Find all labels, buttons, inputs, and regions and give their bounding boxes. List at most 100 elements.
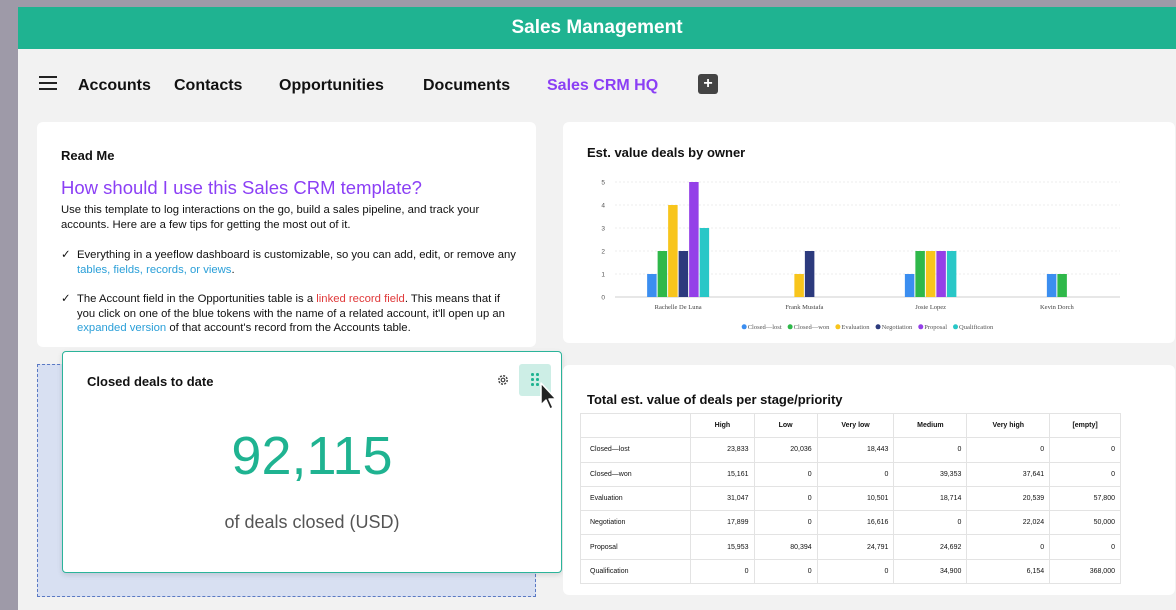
column-header: High bbox=[690, 412, 755, 439]
readme-subtitle: How should I use this Sales CRM template… bbox=[61, 177, 422, 198]
table-cell: 0 bbox=[893, 510, 968, 536]
table-cell: 0 bbox=[1049, 461, 1121, 487]
y-tick-label: 5 bbox=[601, 180, 605, 187]
readme-title: Read Me bbox=[61, 148, 115, 163]
column-header: Medium bbox=[893, 412, 968, 439]
tab-documents[interactable]: Documents bbox=[423, 77, 510, 95]
table-cell: 15,161 bbox=[690, 461, 755, 487]
y-tick-label: 2 bbox=[601, 249, 605, 256]
table-cell: 0 bbox=[966, 437, 1051, 463]
table-title: Total est. value of deals per stage/prio… bbox=[587, 392, 843, 407]
table-cell: 39,353 bbox=[893, 461, 968, 487]
expanded-version-link[interactable]: expanded version bbox=[77, 322, 166, 334]
bar-rachelle-de-luna-proposal bbox=[689, 182, 699, 297]
legend-label: Closed—lost bbox=[748, 324, 782, 331]
table-cell: 0 bbox=[816, 461, 895, 487]
table-header-row: High Low Very low Medium Very high [empty] bbox=[579, 412, 1121, 439]
stage-priority-table: High Low Very low Medium Very high [empty] Cl… bbox=[579, 412, 1121, 585]
readme-tip-2: ✓ The Account field in the Opportunities… bbox=[61, 293, 505, 334]
table-cell: 57,800 bbox=[1049, 485, 1121, 512]
bar-josie-lopez-closed-won bbox=[915, 251, 925, 297]
table-cell: 0 bbox=[893, 437, 968, 463]
kpi-caption: of deals closed (USD) bbox=[224, 512, 400, 532]
deals-by-owner-card: Est. value deals by owner 0 1 2 3 4 5 Rachelle… bbox=[563, 122, 1175, 343]
table-cell: 0 bbox=[753, 510, 818, 536]
legend-label: Qualification bbox=[959, 324, 994, 331]
table-row: Negotiation 17,899 0 16,616 0 22,024 50,000 bbox=[579, 510, 1121, 536]
table-cell: 18,443 bbox=[816, 437, 895, 463]
table-cell: 0 bbox=[1049, 437, 1121, 463]
tab-sales-crm-hq[interactable]: Sales CRM HQ bbox=[547, 77, 658, 95]
tab-opportunities[interactable]: Opportunities bbox=[279, 77, 384, 95]
column-header: Very low bbox=[816, 412, 895, 439]
table-cell: 0 bbox=[966, 534, 1051, 560]
legend-label: Closed—won bbox=[794, 324, 831, 331]
table-cell: 16,616 bbox=[816, 510, 895, 536]
legend-label: Proposal bbox=[924, 324, 947, 331]
bar-rachelle-de-luna-closed-lost bbox=[647, 274, 657, 297]
add-tab-button[interactable]: + bbox=[698, 74, 718, 94]
row-label: Closed—lost bbox=[579, 437, 692, 463]
row-label: Qualification bbox=[579, 558, 692, 585]
legend-marker bbox=[875, 324, 881, 330]
x-tick-label: Rachelle De Luna bbox=[655, 304, 702, 311]
bar-rachelle-de-luna-negotiation bbox=[678, 251, 689, 297]
legend-label: Negotiation bbox=[882, 324, 913, 331]
bar-josie-lopez-proposal bbox=[936, 251, 946, 297]
table-cell: 17,899 bbox=[690, 510, 755, 536]
y-tick-label: 3 bbox=[601, 226, 605, 233]
table-cell: 0 bbox=[1049, 534, 1121, 560]
y-tick-label: 1 bbox=[601, 272, 605, 279]
x-tick-label: Josie Lopez bbox=[915, 304, 946, 311]
table-cell: 368,000 bbox=[1049, 558, 1121, 585]
y-tick-label: 4 bbox=[601, 203, 605, 210]
bar-frank-mustafa-negotiation bbox=[804, 251, 815, 297]
column-header bbox=[579, 412, 692, 439]
table-cell: 0 bbox=[753, 485, 818, 512]
column-header: Very high bbox=[966, 412, 1051, 439]
legend-marker bbox=[953, 324, 959, 330]
tab-contacts[interactable]: Contacts bbox=[174, 77, 242, 95]
table-row: Closed—lost 23,833 20,036 18,443 0 0 0 bbox=[579, 437, 1121, 463]
app-title: Sales Management bbox=[18, 7, 1176, 49]
tab-accounts[interactable]: Accounts bbox=[78, 77, 151, 95]
closed-deals-card[interactable]: Closed deals to date 92,115 of deals clo… bbox=[62, 351, 562, 573]
table-cell: 0 bbox=[816, 558, 895, 585]
table-cell: 23,833 bbox=[690, 437, 755, 463]
check-icon: ✓ bbox=[61, 293, 71, 305]
check-icon: ✓ bbox=[61, 249, 71, 261]
y-tick-label: 0 bbox=[601, 295, 605, 302]
bar-rachelle-de-luna-closed-won bbox=[657, 251, 668, 297]
legend-label: Evaluation bbox=[841, 324, 870, 331]
linked-record-field-link[interactable]: linked record field bbox=[313, 293, 405, 305]
readme-intro: Use this template to log interactions on… bbox=[61, 204, 480, 231]
table-row: Closed—won 15,161 0 0 39,353 37,641 0 bbox=[579, 461, 1121, 487]
column-header: [empty] bbox=[1049, 412, 1121, 439]
mouse-cursor-icon bbox=[540, 382, 557, 410]
table-row: Qualification 0 0 0 34,900 6,154 368,000 bbox=[579, 558, 1121, 585]
table-cell: 50,000 bbox=[1049, 510, 1121, 536]
kpi-title: Closed deals to date bbox=[87, 374, 214, 389]
row-label: Proposal bbox=[579, 534, 692, 560]
table-cell: 15,953 bbox=[690, 534, 755, 560]
table-cell: 34,900 bbox=[893, 558, 968, 585]
table-cell: 18,714 bbox=[893, 485, 968, 512]
gear-icon[interactable] bbox=[497, 374, 509, 386]
table-cell: 37,641 bbox=[966, 461, 1051, 487]
legend-marker bbox=[918, 324, 924, 330]
table-cell: 20,036 bbox=[753, 437, 818, 463]
legend-marker bbox=[787, 324, 793, 330]
tables-fields-records-views-link[interactable]: tables, fields, records, or views bbox=[77, 264, 231, 276]
table-cell: 22,024 bbox=[966, 510, 1051, 536]
table-cell: 31,047 bbox=[690, 485, 755, 512]
row-label: Evaluation bbox=[579, 485, 692, 512]
x-tick-label: Frank Mustafa bbox=[785, 304, 823, 311]
kpi-value: 92,115 bbox=[231, 426, 393, 486]
bar-rachelle-de-luna-qualification bbox=[699, 228, 710, 297]
row-label: Negotiation bbox=[579, 510, 692, 536]
bar-josie-lopez-qualification bbox=[946, 251, 957, 297]
table-cell: 10,501 bbox=[816, 485, 895, 512]
menu-icon[interactable] bbox=[39, 76, 57, 90]
table-cell: 0 bbox=[753, 558, 818, 585]
table-cell: 24,692 bbox=[893, 534, 968, 560]
